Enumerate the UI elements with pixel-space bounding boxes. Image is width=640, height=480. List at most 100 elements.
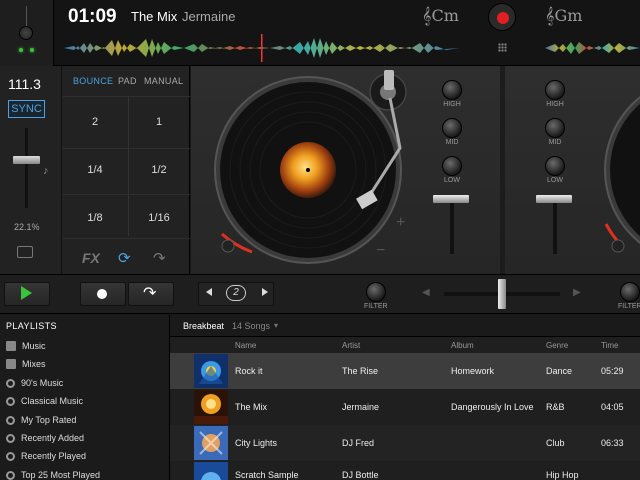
track-name: Scratch Sample xyxy=(235,470,299,480)
eq-low-knob-right[interactable] xyxy=(545,156,565,176)
playlist-item[interactable]: My Top Rated xyxy=(6,411,168,429)
fx-button[interactable]: FX xyxy=(82,250,100,266)
crossfader-knob[interactable] xyxy=(498,279,506,309)
pitch-column xyxy=(0,66,62,274)
column-header-name[interactable]: Name xyxy=(235,341,256,350)
pitch-plus-icon[interactable]: + xyxy=(396,214,405,232)
table-row[interactable]: Rock it The Rise Homework Dance 05:29 xyxy=(170,353,640,389)
playlists-header: PLAYLISTS xyxy=(6,321,57,331)
music-note-icon xyxy=(6,359,16,369)
crossfader-right-arrow-icon[interactable]: ▶ xyxy=(573,287,581,298)
tab-pad[interactable]: PAD xyxy=(118,76,137,86)
track-artist-cell: The Rise xyxy=(342,366,379,376)
loop-sixteenth[interactable]: 1/16 xyxy=(139,212,179,224)
album-art xyxy=(194,354,228,388)
table-row[interactable]: Scratch Sample DJ Bottle Hip Hop xyxy=(170,461,640,480)
eq-low-label: LOW xyxy=(444,177,460,184)
album-art xyxy=(194,462,228,480)
tonearm[interactable] xyxy=(342,68,416,218)
elapsed-time: 01:09 xyxy=(68,6,117,27)
play-icon xyxy=(21,286,32,300)
beat-jump-back-icon[interactable] xyxy=(206,288,212,296)
eq-mid-knob-right[interactable] xyxy=(545,118,565,138)
eq-high-knob-left[interactable] xyxy=(442,80,462,100)
divider xyxy=(128,96,129,236)
column-header-artist[interactable]: Artist xyxy=(342,341,360,350)
album-art xyxy=(194,390,228,424)
eq-low-knob-left[interactable] xyxy=(442,156,462,176)
pitch-minus-icon[interactable]: − xyxy=(376,242,385,260)
gear-icon xyxy=(6,416,15,425)
tab-manual[interactable]: MANUAL xyxy=(144,76,183,86)
sync-button[interactable]: SYNC xyxy=(8,100,45,118)
loop-half[interactable]: 1/2 xyxy=(139,164,179,176)
eq-high-knob-right[interactable] xyxy=(545,80,565,100)
playlist-item[interactable]: Recently Added xyxy=(6,429,168,447)
led-indicator xyxy=(19,48,23,52)
divider xyxy=(63,194,190,195)
track-name: The Mix xyxy=(235,402,268,412)
eq-mid-knob-left[interactable] xyxy=(442,118,462,138)
loop-icon[interactable]: ⟳ xyxy=(118,249,131,267)
playlist-item[interactable]: Classical Music xyxy=(6,392,168,410)
cue-icon xyxy=(97,289,107,299)
volume-fader-left[interactable] xyxy=(433,195,469,203)
table-row[interactable]: The Mix Jermaine Dangerously In Love R&B… xyxy=(170,389,640,425)
key-lock-icon[interactable]: ♪ xyxy=(43,165,49,177)
column-header-album[interactable]: Album xyxy=(451,341,474,350)
pitch-fader-track[interactable] xyxy=(25,128,28,208)
volume-fader-right[interactable] xyxy=(536,195,572,203)
track-time: 04:05 xyxy=(601,402,624,412)
crossfader-left-arrow-icon[interactable]: ◀ xyxy=(422,287,430,298)
volume-fader-track-right[interactable] xyxy=(553,196,557,254)
loop-eighth[interactable]: 1/8 xyxy=(75,212,115,224)
album-art xyxy=(194,426,228,460)
redo-icon[interactable]: ↷ xyxy=(153,249,166,267)
track-artist-cell: Jermaine xyxy=(342,402,380,412)
playlist-item[interactable]: Mixes xyxy=(6,355,168,373)
track-artist-cell: DJ Bottle xyxy=(342,470,379,480)
key-right[interactable]: 𝄞Gm xyxy=(545,6,582,26)
filter-label: FILTER xyxy=(618,303,640,310)
turntable-platter-right[interactable] xyxy=(602,74,640,266)
sort-dropdown-icon[interactable]: ▾ xyxy=(274,321,278,330)
track-time: 05:29 xyxy=(601,366,624,376)
jump-icon: ↷ xyxy=(143,285,157,302)
beat-jump-forward-icon[interactable] xyxy=(262,288,268,296)
music-note-icon xyxy=(6,341,16,351)
beat-jump-count[interactable]: 2 xyxy=(226,285,246,301)
playlist-item[interactable]: Top 25 Most Played xyxy=(6,466,168,480)
filter-knob-right[interactable] xyxy=(620,282,640,302)
waveform-left[interactable] xyxy=(64,34,460,62)
pitch-percent: 22.1% xyxy=(14,222,40,232)
key-left[interactable]: 𝄞Cm xyxy=(422,6,459,26)
loop-2[interactable]: 2 xyxy=(75,116,115,128)
loop-quarter[interactable]: 1/4 xyxy=(75,164,115,176)
column-header-genre[interactable]: Genre xyxy=(546,341,568,350)
track-genre: Dance xyxy=(546,366,573,376)
gear-icon xyxy=(6,434,15,443)
gear-icon xyxy=(6,397,15,406)
playlist-item[interactable]: Music xyxy=(6,337,168,355)
tab-bounce[interactable]: BOUNCE xyxy=(73,76,113,86)
playlist-item[interactable]: Recently Played xyxy=(6,447,168,465)
table-row[interactable]: City Lights DJ Fred Club 06:33 xyxy=(170,425,640,461)
playlist-item[interactable]: 90's Music xyxy=(6,374,168,392)
track-name: City Lights xyxy=(235,438,278,448)
volume-fader-track-left[interactable] xyxy=(450,196,454,254)
track-album: Dangerously In Love xyxy=(451,402,534,412)
deck-switch-icon[interactable] xyxy=(17,246,33,258)
column-header-time[interactable]: Time xyxy=(601,341,618,350)
deck-knob[interactable] xyxy=(19,26,33,40)
grid-icon[interactable] xyxy=(498,43,507,52)
eq-low-label: LOW xyxy=(547,177,563,184)
pitch-fader-knob[interactable] xyxy=(13,156,40,164)
track-artist: Jermaine xyxy=(182,9,236,24)
gear-icon xyxy=(6,471,15,480)
filter-label: FILTER xyxy=(364,303,388,310)
loop-1[interactable]: 1 xyxy=(139,116,179,128)
gear-icon xyxy=(6,452,15,461)
filter-knob-left[interactable] xyxy=(366,282,386,302)
waveform-right[interactable] xyxy=(545,34,640,62)
record-button[interactable] xyxy=(488,3,516,31)
